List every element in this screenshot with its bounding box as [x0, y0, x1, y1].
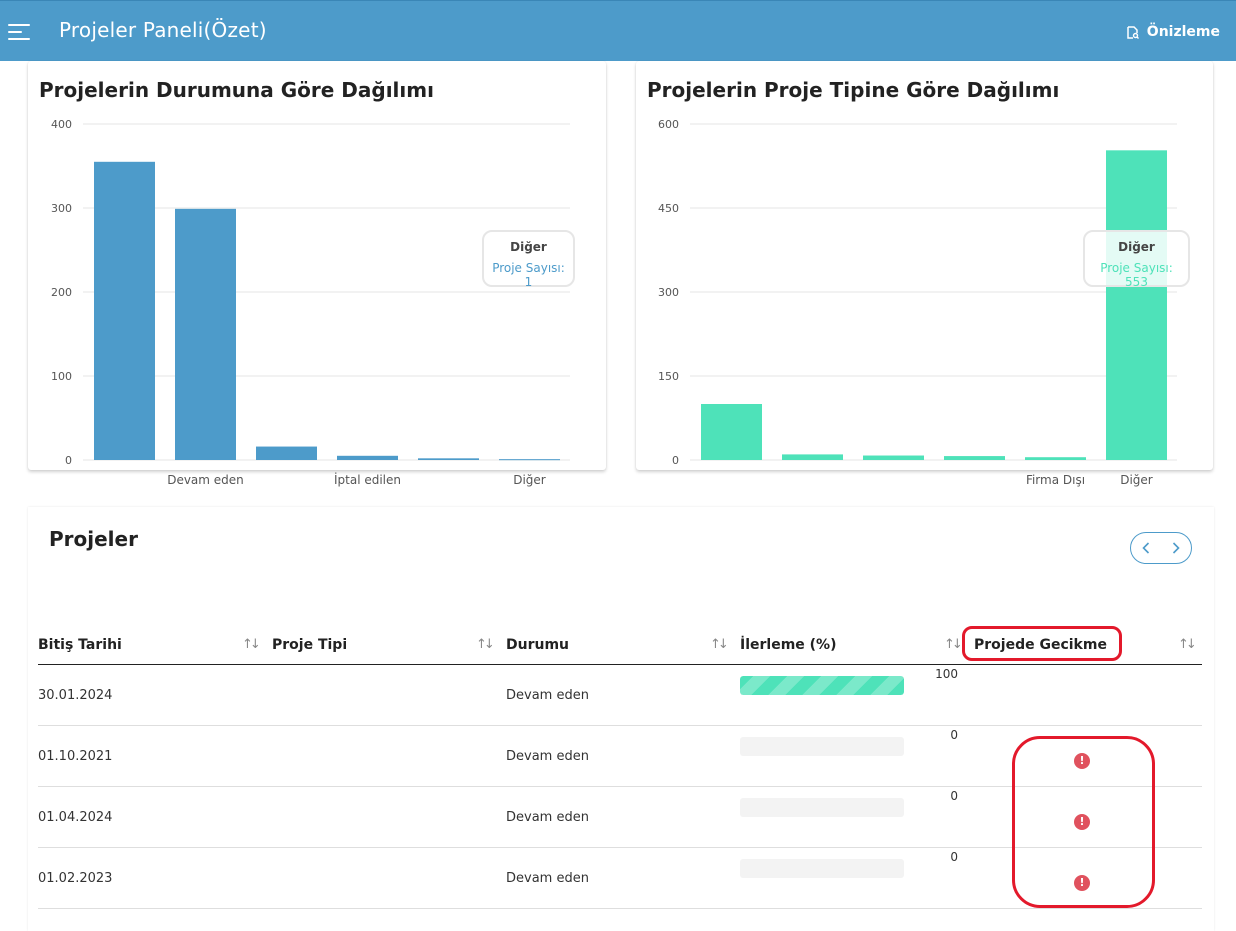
- document-preview-icon: [1127, 25, 1139, 39]
- table-header: Bitiş Tarihi ↑↓ Proje Tipi ↑↓ Durumu ↑↓ …: [38, 625, 1202, 665]
- y-tick-label: 100: [51, 370, 72, 383]
- column-project-type[interactable]: Proje Tipi: [272, 625, 347, 665]
- y-tick-label: 300: [658, 286, 679, 299]
- type-chart-card: Projelerin Proje Tipine Göre Dağılımı 01…: [636, 61, 1213, 487]
- tooltip-value: Proje Sayısı: 553: [1100, 261, 1173, 289]
- status-chart-tooltip: Diğer Proje Sayısı: 1: [482, 230, 575, 289]
- progress-bar: [740, 859, 904, 878]
- sort-icon[interactable]: ↑↓: [476, 637, 495, 652]
- bar: [701, 404, 762, 460]
- status-cell: Devam eden: [506, 688, 589, 703]
- progress-value: 100: [935, 667, 958, 681]
- bar: [337, 455, 398, 460]
- bar: [94, 161, 155, 461]
- status-cell: Devam eden: [506, 810, 589, 825]
- y-tick-label: 0: [672, 454, 679, 467]
- projects-section-title: Projeler: [49, 527, 138, 551]
- status-chart-card: Projelerin Durumuna Göre Dağılımı 0 100 20…: [28, 61, 606, 487]
- table-row[interactable]: 01.04.2024 Devam eden 0 !: [38, 787, 1202, 848]
- status-cell: Devam eden: [506, 871, 589, 886]
- preview-button[interactable]: Önizleme: [1127, 24, 1220, 40]
- x-tick-label: Diğer: [1120, 473, 1153, 487]
- y-tick-label: 300: [51, 202, 72, 215]
- end-date-cell: 01.10.2021: [38, 749, 113, 764]
- bar: [1025, 457, 1086, 460]
- column-delay[interactable]: Projede Gecikme: [974, 625, 1107, 665]
- delay-warning-icon: !: [1074, 814, 1090, 830]
- type-chart-tooltip: Diğer Proje Sayısı: 553: [1083, 230, 1190, 289]
- delay-warning-icon: !: [1074, 875, 1090, 891]
- x-tick-label: Diğer: [513, 473, 546, 487]
- projects-table-card: Projeler Bitiş Tarihi ↑↓ Proje Tipi ↑↓ D…: [28, 507, 1214, 931]
- end-date-cell: 01.02.2023: [38, 871, 113, 886]
- end-date-cell: 01.04.2024: [38, 810, 113, 825]
- y-tick-label: 150: [658, 370, 679, 383]
- chevron-left-icon: [1142, 542, 1150, 554]
- delay-warning-icon: !: [1074, 753, 1090, 769]
- progress-bar: [740, 676, 904, 695]
- progress-bar: [740, 737, 904, 756]
- page-title: Projeler Paneli(Özet): [59, 18, 267, 42]
- bar: [944, 456, 1005, 460]
- column-status[interactable]: Durumu: [506, 625, 569, 665]
- preview-label: Önizleme: [1146, 24, 1220, 40]
- progress-value: 0: [950, 850, 958, 864]
- y-tick-label: 600: [658, 118, 679, 131]
- column-progress[interactable]: İlerleme (%): [740, 625, 836, 665]
- bar: [256, 446, 317, 460]
- progress-bar: [740, 798, 904, 817]
- bar: [418, 458, 479, 460]
- tooltip-title: Diğer: [510, 240, 547, 254]
- x-tick-label: İptal edilen: [334, 472, 401, 487]
- y-tick-label: 450: [658, 202, 679, 215]
- sort-icon[interactable]: ↑↓: [710, 637, 729, 652]
- chevron-right-icon: [1172, 542, 1180, 554]
- x-tick-label: Firma Dışı: [1026, 473, 1085, 487]
- sort-icon[interactable]: ↑↓: [1178, 637, 1197, 652]
- column-end-date[interactable]: Bitiş Tarihi: [38, 625, 122, 665]
- prev-page-button[interactable]: [1136, 538, 1156, 558]
- table-row[interactable]: 30.01.2024 Devam eden 100: [38, 665, 1202, 726]
- bar: [782, 454, 843, 460]
- pagination: [1130, 532, 1192, 564]
- progress-value: 0: [950, 789, 958, 803]
- y-tick-label: 200: [51, 286, 72, 299]
- end-date-cell: 30.01.2024: [38, 688, 113, 703]
- bar: [499, 459, 560, 461]
- y-tick-label: 0: [65, 454, 72, 467]
- sort-icon[interactable]: ↑↓: [242, 637, 261, 652]
- next-page-button[interactable]: [1166, 538, 1186, 558]
- progress-value: 0: [950, 728, 958, 742]
- bar: [863, 455, 924, 460]
- status-cell: Devam eden: [506, 749, 589, 764]
- menu-icon[interactable]: [8, 24, 30, 42]
- bar: [175, 208, 236, 460]
- bar: [1106, 150, 1167, 460]
- y-tick-label: 400: [51, 118, 72, 131]
- sort-icon[interactable]: ↑↓: [944, 637, 963, 652]
- table-row[interactable]: 01.10.2021 Devam eden 0 !: [38, 726, 1202, 787]
- app-header: Projeler Paneli(Özet) Önizleme: [0, 0, 1236, 61]
- table-row[interactable]: 01.02.2023 Devam eden 0 !: [38, 848, 1202, 909]
- x-tick-label: Devam eden: [167, 473, 244, 487]
- tooltip-value: Proje Sayısı: 1: [492, 261, 565, 289]
- tooltip-title: Diğer: [1118, 240, 1155, 254]
